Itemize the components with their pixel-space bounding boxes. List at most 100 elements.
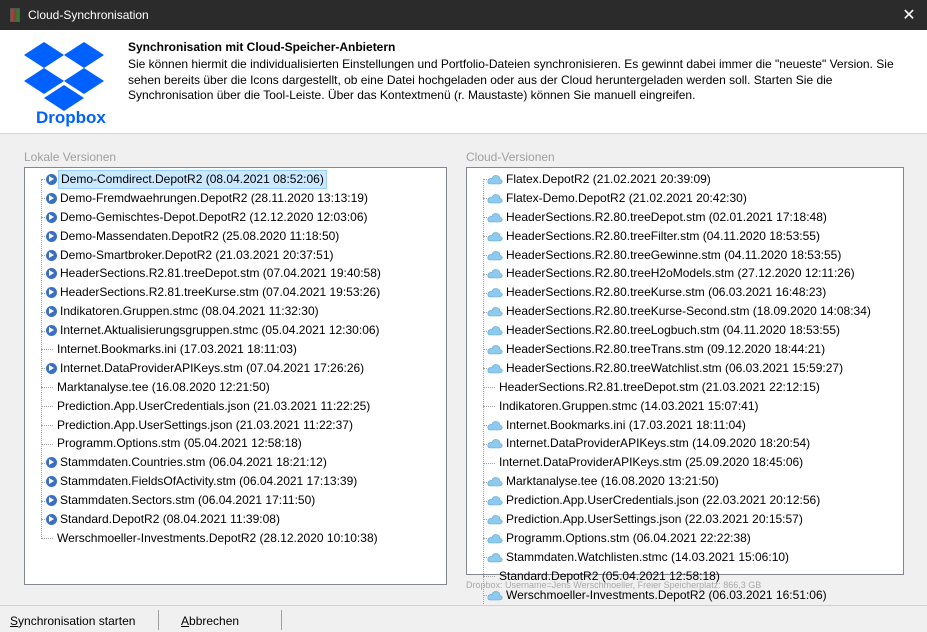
local-file-label: Demo-Comdirect.DepotR2 (08.04.2021 08:52… <box>58 170 327 189</box>
cloud-file-row[interactable]: Stammdaten.Watchlisten.stmc (14.03.2021 … <box>467 548 903 567</box>
local-file-row[interactable]: HeaderSections.R2.81.treeKurse.stm (07.0… <box>25 283 446 302</box>
cloud-file-row[interactable]: Programm.Options.stm (06.04.2021 22:22:3… <box>467 529 903 548</box>
local-file-row[interactable]: Marktanalyse.tee (16.08.2020 12:21:50) <box>25 378 446 397</box>
upload-icon <box>46 362 57 374</box>
cancel-button[interactable]: Abbrechen <box>181 614 239 628</box>
upload-icon <box>46 192 57 204</box>
cloud-file-label: HeaderSections.R2.80.treeTrans.stm (09.1… <box>506 342 826 357</box>
local-file-label: Internet.Aktualisierungsgruppen.stmc (05… <box>60 323 380 338</box>
cloud-download-icon <box>487 534 503 544</box>
local-file-row[interactable]: Programm.Options.stm (05.04.2021 12:58:1… <box>25 434 446 453</box>
tree-connector <box>41 255 45 256</box>
local-file-row[interactable]: Stammdaten.Sectors.stm (06.04.2021 17:11… <box>25 491 446 510</box>
start-sync-button[interactable]: Synchronisation starten <box>10 614 135 628</box>
upload-icon <box>46 306 57 318</box>
cloud-file-label: Internet.DataProviderAPIKeys.stm (25.09.… <box>499 455 804 470</box>
cloud-file-row[interactable]: Internet.DataProviderAPIKeys.stm (25.09.… <box>467 453 903 472</box>
cloud-file-label: Programm.Options.stm (06.04.2021 22:22:3… <box>506 530 751 545</box>
window-title: Cloud-Synchronisation <box>28 8 149 22</box>
local-file-row[interactable]: Internet.Aktualisierungsgruppen.stmc (05… <box>25 321 446 340</box>
cloud-download-icon <box>487 515 503 525</box>
close-button[interactable]: ✕ <box>891 0 927 30</box>
cloud-download-icon <box>487 326 503 336</box>
tree-connector <box>41 443 53 445</box>
dropbox-logo-text: Dropbox <box>36 108 106 127</box>
cloud-download-icon <box>487 175 503 185</box>
cloud-download-icon <box>487 288 503 298</box>
cloud-file-row[interactable]: Indikatoren.Gruppen.stmc (14.03.2021 15:… <box>467 397 903 416</box>
local-file-row[interactable]: Standard.DepotR2 (08.04.2021 11:39:08) <box>25 510 446 529</box>
app-icon <box>10 8 20 22</box>
cloud-file-label: Prediction.App.UserSettings.json (22.03.… <box>506 512 803 527</box>
upload-icon <box>46 211 57 223</box>
tree-connector <box>483 406 495 408</box>
tree-connector <box>41 500 45 502</box>
cloud-file-label: HeaderSections.R2.80.treeKurse-Second.st… <box>506 304 871 319</box>
tree-connector <box>41 349 53 351</box>
tree-connector <box>41 462 45 464</box>
local-file-row[interactable]: Stammdaten.FieldsOfActivity.stm (06.04.2… <box>25 472 446 491</box>
info-header: Dropbox Synchronisation mit Cloud-Speich… <box>0 30 927 134</box>
cloud-file-row[interactable]: HeaderSections.R2.80.treeTrans.stm (09.1… <box>467 340 903 359</box>
local-file-row[interactable]: Demo-Fremdwaehrungen.DepotR2 (28.11.2020… <box>25 189 446 208</box>
tree-rows: Flatex.DepotR2 (21.02.2021 20:39:09) Flat… <box>467 170 903 623</box>
cloud-file-label: HeaderSections.R2.80.treeFilter.stm (04.… <box>506 228 820 243</box>
local-file-row[interactable]: Demo-Massendaten.DepotR2 (25.08.2020 11:… <box>25 227 446 246</box>
local-file-row[interactable]: Indikatoren.Gruppen.stmc (08.04.2021 11:… <box>25 302 446 321</box>
cloud-file-row[interactable]: HeaderSections.R2.80.treeKurse.stm (06.0… <box>467 283 903 302</box>
local-file-label: Demo-Gemischtes-Depot.DepotR2 (12.12.202… <box>60 209 368 224</box>
cloud-file-row[interactable]: HeaderSections.R2.80.treeKurse-Second.st… <box>467 302 903 321</box>
tree-connector <box>41 368 45 370</box>
cloud-file-row[interactable]: HeaderSections.R2.80.treeWatchlist.stm (… <box>467 359 903 378</box>
cloud-file-label: HeaderSections.R2.80.treeWatchlist.stm (… <box>506 360 844 375</box>
local-file-row[interactable]: Prediction.App.UserCredentials.json (21.… <box>25 397 446 416</box>
cloud-file-row[interactable]: Prediction.App.UserSettings.json (22.03.… <box>467 510 903 529</box>
upload-icon <box>46 268 57 280</box>
cloud-file-row[interactable]: Internet.DataProviderAPIKeys.stm (14.09.… <box>467 434 903 453</box>
cloud-file-row[interactable]: HeaderSections.R2.80.treeFilter.stm (04.… <box>467 227 903 246</box>
local-file-row[interactable]: Prediction.App.UserSettings.json (21.03.… <box>25 416 446 435</box>
cloud-file-label: HeaderSections.R2.80.treeGewinne.stm (04… <box>506 247 842 262</box>
local-file-label: HeaderSections.R2.81.treeKurse.stm (07.0… <box>60 285 381 300</box>
cloud-download-icon <box>487 552 503 563</box>
cloud-file-row[interactable]: HeaderSections.R2.80.treeH2oModels.stm (… <box>467 264 903 283</box>
cloud-file-row[interactable]: Flatex.DepotR2 (21.02.2021 20:39:09) <box>467 170 903 189</box>
toolbar-separator <box>158 610 159 630</box>
local-file-label: HeaderSections.R2.81.treeDepot.stm (07.0… <box>60 266 381 281</box>
local-file-row[interactable]: Stammdaten.Countries.stm (06.04.2021 18:… <box>25 453 446 472</box>
cloud-download-icon <box>487 477 503 487</box>
local-file-row[interactable]: Demo-Gemischtes-Depot.DepotR2 (12.12.202… <box>25 208 446 227</box>
cloud-download-icon <box>487 231 503 241</box>
upload-icon <box>46 249 57 261</box>
upload-icon <box>46 230 57 242</box>
cloud-file-row[interactable]: HeaderSections.R2.80.treeDepot.stm (02.0… <box>467 208 903 227</box>
info-description: Sie können hiermit die individualisierte… <box>128 57 894 102</box>
cloud-file-row[interactable]: Flatex-Demo.DepotR2 (21.02.2021 20:42:30… <box>467 189 903 208</box>
local-file-label: Demo-Smartbroker.DepotR2 (21.03.2021 20:… <box>60 247 334 262</box>
cloud-file-row[interactable]: Prediction.App.UserCredentials.json (22.… <box>467 491 903 510</box>
cloud-file-row[interactable]: HeaderSections.R2.80.treeLogbuch.stm (04… <box>467 321 903 340</box>
local-file-row[interactable]: HeaderSections.R2.81.treeDepot.stm (07.0… <box>25 264 446 283</box>
local-file-row[interactable]: Internet.Bookmarks.ini (17.03.2021 18:11… <box>25 340 446 359</box>
cloud-file-label: HeaderSections.R2.80.treeDepot.stm (02.0… <box>506 209 827 224</box>
local-file-row[interactable]: Internet.DataProviderAPIKeys.stm (07.04.… <box>25 359 446 378</box>
cloud-file-row[interactable]: Marktanalyse.tee (16.08.2020 13:21:50) <box>467 472 903 491</box>
tree-connector <box>41 519 45 521</box>
cloud-file-row[interactable]: Internet.Bookmarks.ini (17.03.2021 18:11… <box>467 416 903 435</box>
tree-connector <box>483 387 495 389</box>
cloud-file-label: Internet.DataProviderAPIKeys.stm (14.09.… <box>506 436 811 451</box>
local-versions-label: Lokale Versionen <box>24 150 117 164</box>
local-file-row[interactable]: Werschmoeller-Investments.DepotR2 (28.12… <box>25 529 446 548</box>
tree-connector <box>41 179 45 181</box>
local-versions-tree[interactable]: Demo-Comdirect.DepotR2 (08.04.2021 08:52… <box>24 167 447 585</box>
cloud-download-icon <box>487 212 503 223</box>
cloud-file-label: Stammdaten.Watchlisten.stmc (14.03.2021 … <box>506 549 790 564</box>
header-divider <box>0 133 927 134</box>
cloud-file-row[interactable]: HeaderSections.R2.81.treeDepot.stm (21.0… <box>467 378 903 397</box>
local-file-label: Internet.Bookmarks.ini (17.03.2021 18:11… <box>57 342 297 357</box>
cloud-file-row[interactable]: HeaderSections.R2.80.treeGewinne.stm (04… <box>467 246 903 265</box>
cloud-file-label: HeaderSections.R2.80.treeH2oModels.stm (… <box>506 266 855 281</box>
cloud-versions-tree[interactable]: Flatex.DepotR2 (21.02.2021 20:39:09) Flat… <box>466 167 904 620</box>
local-file-row[interactable]: Demo-Smartbroker.DepotR2 (21.03.2021 20:… <box>25 246 446 265</box>
local-file-row[interactable]: Demo-Comdirect.DepotR2 (08.04.2021 08:52… <box>25 170 446 189</box>
